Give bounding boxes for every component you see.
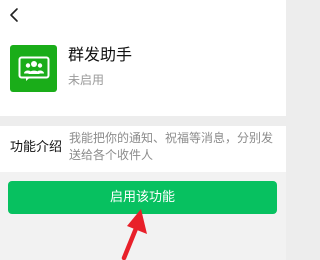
back-button[interactable] — [4, 4, 24, 26]
app-icon — [10, 45, 57, 92]
app-title: 群发助手 — [68, 45, 133, 64]
enable-feature-button[interactable]: 启用该功能 — [8, 181, 277, 214]
group-people-icon — [18, 56, 49, 81]
app-status: 未启用 — [68, 73, 105, 87]
intro-text: 我能把你的通知、祝福等消息，分别发送给各个收件人 — [69, 131, 274, 162]
screen: 群发助手 未启用 功能介绍 我能把你的通知、祝福等消息，分别发送给各个收件人 启… — [0, 0, 286, 260]
intro-label: 功能介绍 — [10, 140, 63, 155]
chevron-left-icon — [10, 8, 18, 22]
